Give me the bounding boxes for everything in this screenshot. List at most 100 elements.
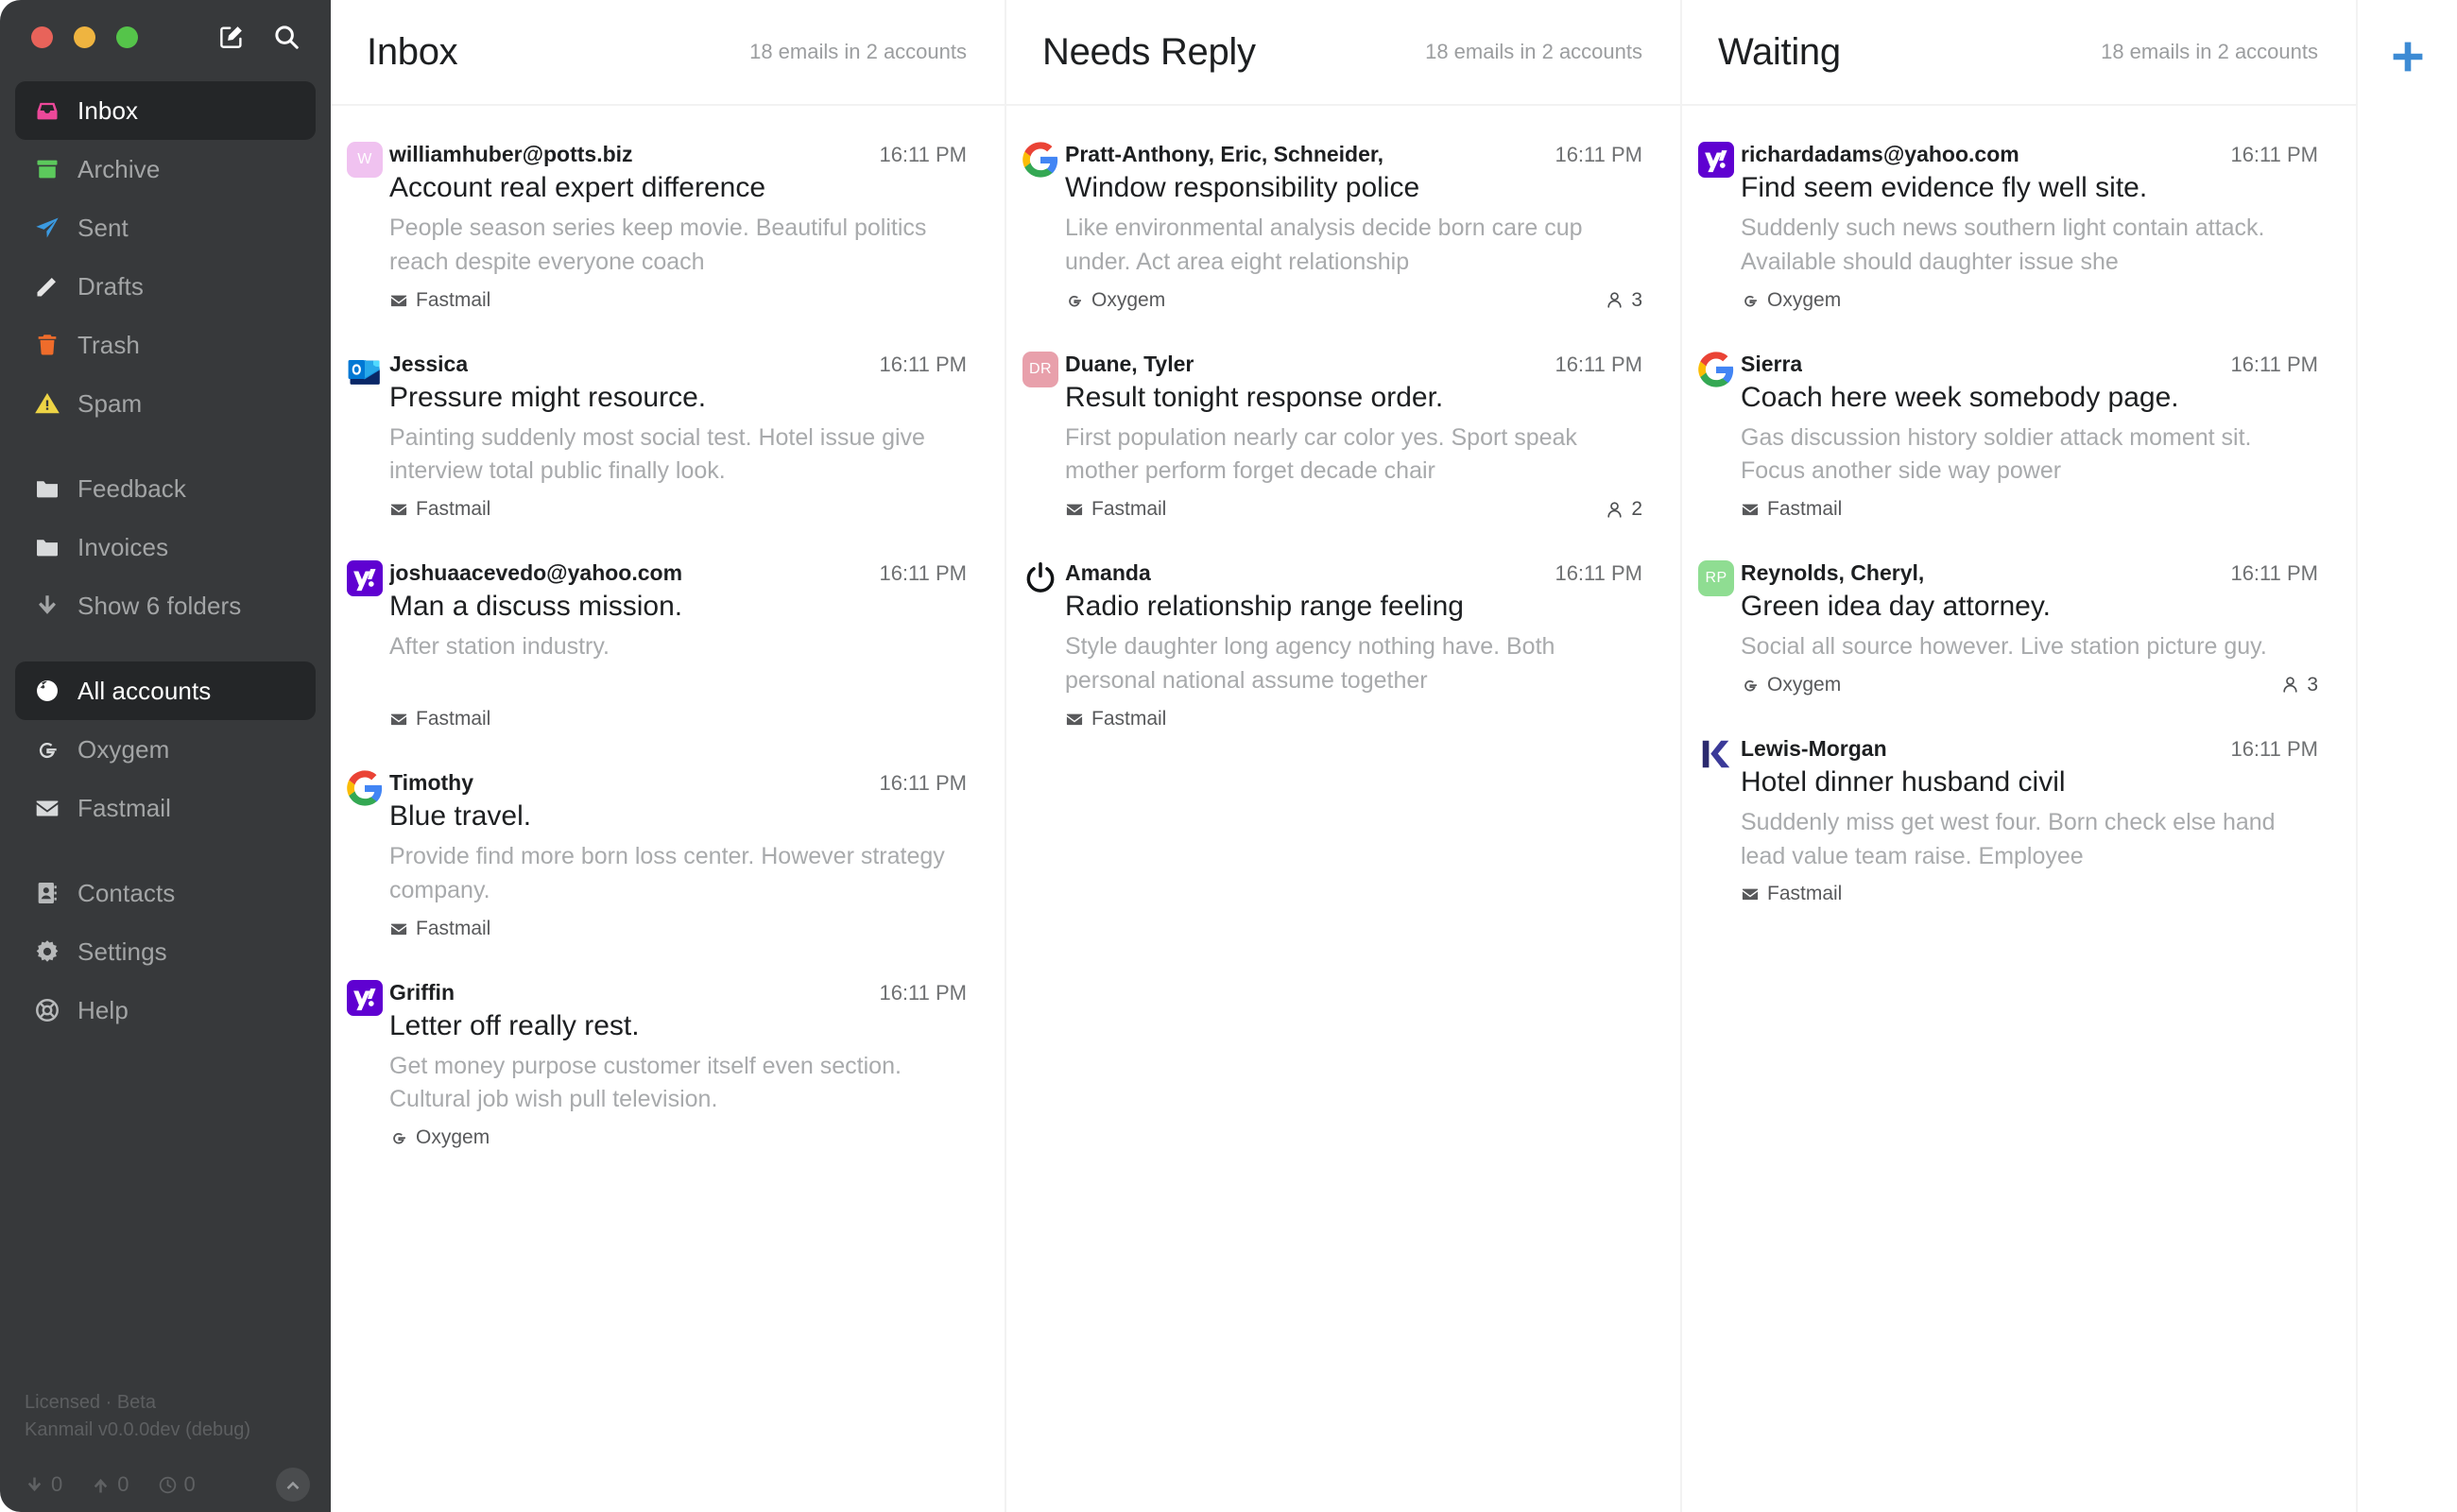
download-status: 0 — [25, 1472, 62, 1497]
email-item[interactable]: Sierra 16:11 PM Coach here week somebody… — [1682, 331, 2356, 541]
email-sender: joshuaacevedo@yahoo.com — [389, 560, 683, 585]
sidebar-item-all-accounts[interactable]: All accounts — [15, 662, 316, 720]
chevron-up-circle-icon[interactable] — [276, 1468, 310, 1502]
email-subject: Green idea day attorney. — [1741, 591, 2051, 622]
envelope-icon — [1066, 713, 1083, 725]
email-excerpt: Style daughter long agency nothing have.… — [1065, 633, 1555, 694]
sidebar-item-fastmail[interactable]: Fastmail — [15, 779, 316, 837]
email-item[interactable]: W williamhuber@potts.biz 16:11 PM Accoun… — [331, 121, 1005, 331]
sidebar-item-inbox[interactable]: Inbox — [15, 81, 316, 140]
email-time: 16:11 PM — [879, 143, 967, 166]
email-header: Sierra 16:11 PM — [1741, 352, 2318, 377]
column-count: 18 emails in 2 accounts — [749, 40, 967, 63]
sidebar-item-oxygem[interactable]: Oxygem — [15, 720, 316, 779]
email-item[interactable]: Lewis-Morgan 16:11 PM Hotel dinner husba… — [1682, 715, 2356, 925]
email-header: Duane, Tyler 16:11 PM — [1065, 352, 1642, 377]
email-header: Lewis-Morgan 16:11 PM — [1741, 736, 2318, 762]
globe-icon — [34, 678, 60, 704]
sidebar-item-label: Drafts — [77, 272, 144, 301]
sidebar-item-feedback[interactable]: Feedback — [15, 459, 316, 518]
email-account-label: Oxygem — [1091, 288, 1166, 311]
column-header: Waiting 18 emails in 2 accounts — [1682, 0, 2356, 106]
column-body[interactable]: W williamhuber@potts.biz 16:11 PM Accoun… — [331, 106, 1005, 1512]
email-header: Griffin 16:11 PM — [389, 980, 967, 1005]
email-item[interactable]: Jessica 16:11 PM Pressure might resource… — [331, 331, 1005, 541]
email-item[interactable]: joshuaacevedo@yahoo.com 16:11 PM Man a d… — [331, 540, 1005, 749]
email-time: 16:11 PM — [879, 561, 967, 585]
sidebar-item-sent[interactable]: Sent — [15, 198, 316, 257]
email-account-label: Fastmail — [1767, 883, 1843, 905]
google-g-icon — [1069, 295, 1081, 306]
sidebar-item-label: Sent — [77, 214, 129, 242]
nav-divider — [15, 635, 316, 662]
klarna-icon — [1698, 736, 1734, 772]
column-body[interactable]: richardadams@yahoo.com 16:11 PM Find see… — [1682, 106, 2356, 1512]
email-account-label: Fastmail — [416, 288, 491, 311]
nav-divider — [15, 433, 316, 459]
email-item[interactable]: RP Reynolds, Cheryl, 16:11 PM Green idea… — [1682, 540, 2356, 715]
email-excerpt: First population nearly car color yes. S… — [1065, 423, 1577, 485]
sidebar: Inbox Archive Sent Drafts Trash Spam Fee… — [0, 0, 331, 1512]
plus-icon[interactable] — [2387, 36, 2429, 77]
sidebar-item-label: Settings — [77, 937, 167, 966]
compose-icon[interactable] — [217, 23, 246, 51]
close-window-button[interactable] — [31, 26, 53, 48]
email-account-label: Fastmail — [416, 498, 491, 520]
show-more-folders-button[interactable]: Show 6 folders — [15, 576, 316, 635]
sidebar-item-label: Archive — [77, 155, 161, 183]
arrow-down-icon — [27, 1476, 42, 1491]
yahoo-icon — [347, 979, 383, 1016]
sidebar-item-contacts[interactable]: Contacts — [15, 864, 316, 922]
email-account-label: Fastmail — [416, 917, 491, 939]
email-item[interactable]: DR Duane, Tyler 16:11 PM Result tonight … — [1006, 331, 1680, 541]
email-subject: Result tonight response order. — [1065, 381, 1444, 413]
sidebar-item-archive[interactable]: Archive — [15, 140, 316, 198]
contacts-icon — [34, 880, 60, 906]
email-item[interactable]: Pratt-Anthony, Eric, Schneider, 16:11 PM… — [1006, 121, 1680, 331]
recipient-count-value: 3 — [1631, 288, 1642, 311]
maximize-window-button[interactable] — [116, 26, 138, 48]
email-excerpt: Suddenly such news southern light contai… — [1741, 215, 2265, 275]
sidebar-item-invoices[interactable]: Invoices — [15, 518, 316, 576]
envelope-icon — [1742, 504, 1759, 516]
sidebar-item-drafts[interactable]: Drafts — [15, 257, 316, 316]
titlebar-actions — [217, 23, 306, 51]
power-icon — [1022, 560, 1058, 596]
email-sender: Jessica — [389, 351, 469, 376]
license-text: Licensed · Beta — [25, 1392, 156, 1413]
email-subject: Account real expert difference — [389, 172, 766, 203]
email-item[interactable]: richardadams@yahoo.com 16:11 PM Find see… — [1682, 121, 2356, 331]
email-sender: richardadams@yahoo.com — [1741, 142, 2019, 166]
version-text: Kanmail v0.0.0dev (debug) — [25, 1419, 251, 1440]
minimize-window-button[interactable] — [74, 26, 95, 48]
column-inbox: Inbox 18 emails in 2 accounts W williamh… — [331, 0, 1006, 1512]
email-account-label: Oxygem — [1767, 673, 1842, 696]
email-account-label: Fastmail — [1091, 707, 1167, 730]
envelope-icon — [390, 295, 407, 306]
email-excerpt: People season series keep movie. Beautif… — [389, 215, 927, 275]
email-item[interactable]: Amanda 16:11 PM Radio relationship range… — [1006, 540, 1680, 749]
email-item[interactable]: Griffin 16:11 PM Letter off really rest.… — [331, 959, 1005, 1169]
email-account: Oxygem — [389, 1126, 490, 1149]
email-account: Fastmail — [1065, 498, 1166, 521]
sidebar-item-spam[interactable]: Spam — [15, 374, 316, 433]
email-account: Fastmail — [389, 708, 490, 730]
sidebar-item-help[interactable]: Help — [15, 981, 316, 1040]
email-account-label: Oxygem — [416, 1126, 490, 1148]
titlebar — [0, 0, 331, 74]
email-header: Reynolds, Cheryl, 16:11 PM — [1741, 560, 2318, 586]
sidebar-footer: Licensed · Beta Kanmail v0.0.0dev (debug… — [0, 1389, 331, 1512]
email-item[interactable]: Timothy 16:11 PM Blue travel. Provide fi… — [331, 749, 1005, 959]
sidebar-item-label: Trash — [77, 331, 140, 359]
column-body[interactable]: Pratt-Anthony, Eric, Schneider, 16:11 PM… — [1006, 106, 1680, 1512]
search-icon[interactable] — [272, 23, 301, 51]
email-account: Fastmail — [389, 498, 490, 521]
folder-icon — [34, 475, 60, 502]
email-header: Jessica 16:11 PM — [389, 352, 967, 377]
email-excerpt: Get money purpose customer itself even s… — [389, 1052, 902, 1113]
email-meta: Fastmail — [389, 918, 967, 940]
sidebar-item-trash[interactable]: Trash — [15, 316, 316, 374]
sidebar-item-settings[interactable]: Settings — [15, 922, 316, 981]
email-excerpt: Gas discussion history soldier attack mo… — [1741, 423, 2252, 485]
column-title: Waiting — [1718, 30, 1841, 73]
